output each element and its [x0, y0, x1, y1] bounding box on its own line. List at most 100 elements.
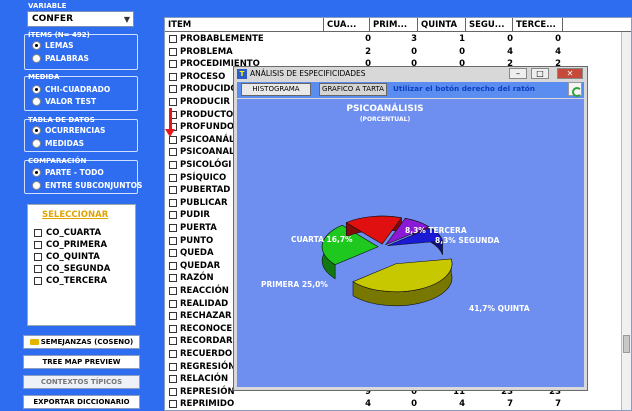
- radio-valor-test[interactable]: VALOR TEST: [32, 97, 96, 106]
- checkbox-icon[interactable]: [169, 274, 177, 283]
- contextos-button[interactable]: CONTEXTOS TÍPICOS: [23, 375, 140, 389]
- variable-value: CONFER: [32, 14, 74, 24]
- right-click-hint: Utilizar el botón derecho del ratón: [393, 84, 535, 93]
- checkbox-icon[interactable]: [169, 337, 177, 346]
- radio-selected-icon[interactable]: [32, 126, 41, 135]
- radio-icon[interactable]: [32, 139, 41, 148]
- radio-selected-icon[interactable]: [32, 85, 41, 94]
- semejanzas-button[interactable]: SEMEJANZAS (COSENO): [23, 335, 140, 349]
- exportar-button[interactable]: EXPORTAR DICCIONARIO: [23, 395, 140, 409]
- radio-icon[interactable]: [32, 54, 41, 63]
- comparacion-label: COMPARACIÓN: [28, 157, 87, 165]
- radio-selected-icon[interactable]: [32, 41, 41, 50]
- checkbox-icon[interactable]: [169, 173, 177, 182]
- checkbox-icon[interactable]: [169, 198, 177, 207]
- checkbox-icon[interactable]: [34, 229, 42, 237]
- row-item-label: PROCESO: [180, 71, 226, 82]
- radio-icon[interactable]: [32, 97, 41, 106]
- row-item-label: PUERTA: [180, 223, 217, 233]
- checkbox-icon[interactable]: [169, 350, 177, 358]
- seleccionar-title[interactable]: SELECCIONAR: [42, 210, 108, 220]
- minimize-icon[interactable]: –: [509, 68, 527, 79]
- items-group: [24, 34, 138, 70]
- checkbox-icon[interactable]: [169, 35, 177, 43]
- checkbox-icon[interactable]: [169, 98, 177, 106]
- close-icon[interactable]: ✕: [557, 68, 583, 79]
- checkbox-icon[interactable]: [169, 72, 177, 81]
- red-arrow-down-icon: [165, 108, 175, 137]
- radio-entre-subconjuntos[interactable]: ENTRE SUBCONJUNTOS: [32, 181, 142, 190]
- radio-chi-cuadrado[interactable]: CHI-CUADRADO: [32, 85, 110, 94]
- checkbox-icon[interactable]: [169, 161, 177, 169]
- radio-icon[interactable]: [32, 181, 41, 190]
- chart-canvas: PSICOANÁLISIS (PORCENTUAL) 41,7% QUINTA P…: [237, 99, 584, 387]
- checkbox-icon[interactable]: [169, 375, 177, 384]
- checkbox-icon[interactable]: [34, 265, 42, 273]
- checkbox-icon[interactable]: [34, 253, 42, 261]
- checkbox-icon[interactable]: [34, 277, 42, 285]
- chart-title: PSICOANÁLISIS: [346, 102, 423, 114]
- select-item-co-segunda[interactable]: CO_SEGUNDA: [34, 264, 110, 274]
- vertical-scrollbar[interactable]: [621, 32, 631, 410]
- col-header-primera[interactable]: PRIM...: [370, 18, 418, 32]
- row-item-label: PRODUCTO: [180, 109, 234, 120]
- chevron-down-icon[interactable]: ▼: [124, 15, 130, 24]
- checkbox-icon[interactable]: [169, 287, 177, 295]
- radio-label: PARTE - TODO: [45, 168, 104, 177]
- variable-select[interactable]: CONFER ▼: [27, 11, 134, 27]
- checkbox-icon[interactable]: [169, 299, 177, 308]
- checkbox-icon[interactable]: [169, 47, 177, 56]
- checkbox-icon[interactable]: [169, 236, 177, 245]
- checkbox-icon[interactable]: [169, 60, 177, 69]
- col-header-quinta[interactable]: QUINTA: [418, 18, 466, 32]
- checkbox-icon[interactable]: [169, 249, 177, 258]
- radio-ocurrencias[interactable]: OCURRENCIAS: [32, 126, 105, 135]
- refresh-icon[interactable]: [568, 82, 582, 97]
- radio-label: PALABRAS: [45, 54, 89, 63]
- checkbox-icon[interactable]: [34, 241, 42, 249]
- col-header-segunda[interactable]: SEGU...: [466, 18, 513, 32]
- col-header-item[interactable]: ITEM: [165, 18, 324, 32]
- radio-lemas[interactable]: LEMAS: [32, 41, 74, 50]
- especificidades-window: T ANÁLISIS DE ESPECIFICIDADES – □ ✕ HIST…: [233, 66, 588, 391]
- checkbox-icon[interactable]: [169, 362, 177, 371]
- button-label: SEMEJANZAS (COSENO): [40, 338, 134, 346]
- select-item-label: CO_CUARTA: [46, 228, 102, 238]
- checkbox-icon[interactable]: [169, 186, 177, 195]
- grafico-tarta-button[interactable]: GRAFICO A TARTA: [319, 83, 387, 96]
- maximize-icon[interactable]: □: [531, 68, 549, 79]
- table-row[interactable]: PROBLEMA 2 0 0 4 4: [165, 46, 623, 59]
- select-item-co-cuarta[interactable]: CO_CUARTA: [34, 228, 101, 238]
- checkbox-icon[interactable]: [169, 224, 177, 232]
- select-item-co-tercera[interactable]: CO_TERCERA: [34, 276, 107, 286]
- radio-parte-todo[interactable]: PARTE - TODO: [32, 168, 104, 177]
- checkbox-icon[interactable]: [169, 211, 177, 220]
- scrollbar-thumb[interactable]: [623, 335, 630, 353]
- col-header-cuarta[interactable]: CUA...: [324, 18, 370, 32]
- select-item-co-quinta[interactable]: CO_QUINTA: [34, 252, 100, 262]
- checkbox-icon[interactable]: [169, 324, 177, 333]
- checkbox-icon[interactable]: [169, 261, 177, 270]
- checkbox-icon[interactable]: [169, 400, 177, 409]
- radio-selected-icon[interactable]: [32, 168, 41, 177]
- select-item-co-primera[interactable]: CO_PRIMERA: [34, 240, 107, 250]
- table-row[interactable]: REPRIMIDO 4 0 4 7 7: [165, 398, 623, 410]
- radio-palabras[interactable]: PALABRAS: [32, 54, 89, 63]
- radio-medidas[interactable]: MEDIDAS: [32, 139, 84, 148]
- col-header-tercera[interactable]: TERCE...: [513, 18, 563, 32]
- select-item-label: CO_TERCERA: [46, 276, 108, 286]
- row-value: 0: [555, 34, 561, 44]
- histograma-button[interactable]: HISTOGRAMA: [241, 83, 311, 96]
- table-row[interactable]: PROBABLEMENTE 0 3 1 0 0: [165, 33, 623, 46]
- checkbox-icon[interactable]: [169, 312, 177, 321]
- select-item-label: CO_SEGUNDA: [46, 264, 111, 274]
- checkbox-icon[interactable]: [169, 85, 177, 94]
- row-item-label: PSICOANÁL: [180, 134, 235, 145]
- window-titlebar[interactable]: T ANÁLISIS DE ESPECIFICIDADES – □ ✕: [234, 67, 587, 81]
- checkbox-icon[interactable]: [169, 387, 177, 396]
- medida-label: MEDIDA: [28, 73, 60, 81]
- row-item-label: REALIDAD: [180, 298, 229, 309]
- checkbox-icon[interactable]: [169, 148, 177, 157]
- radio-label: OCURRENCIAS: [45, 126, 106, 135]
- treemap-button[interactable]: TREE MAP PREVIEW: [23, 355, 140, 369]
